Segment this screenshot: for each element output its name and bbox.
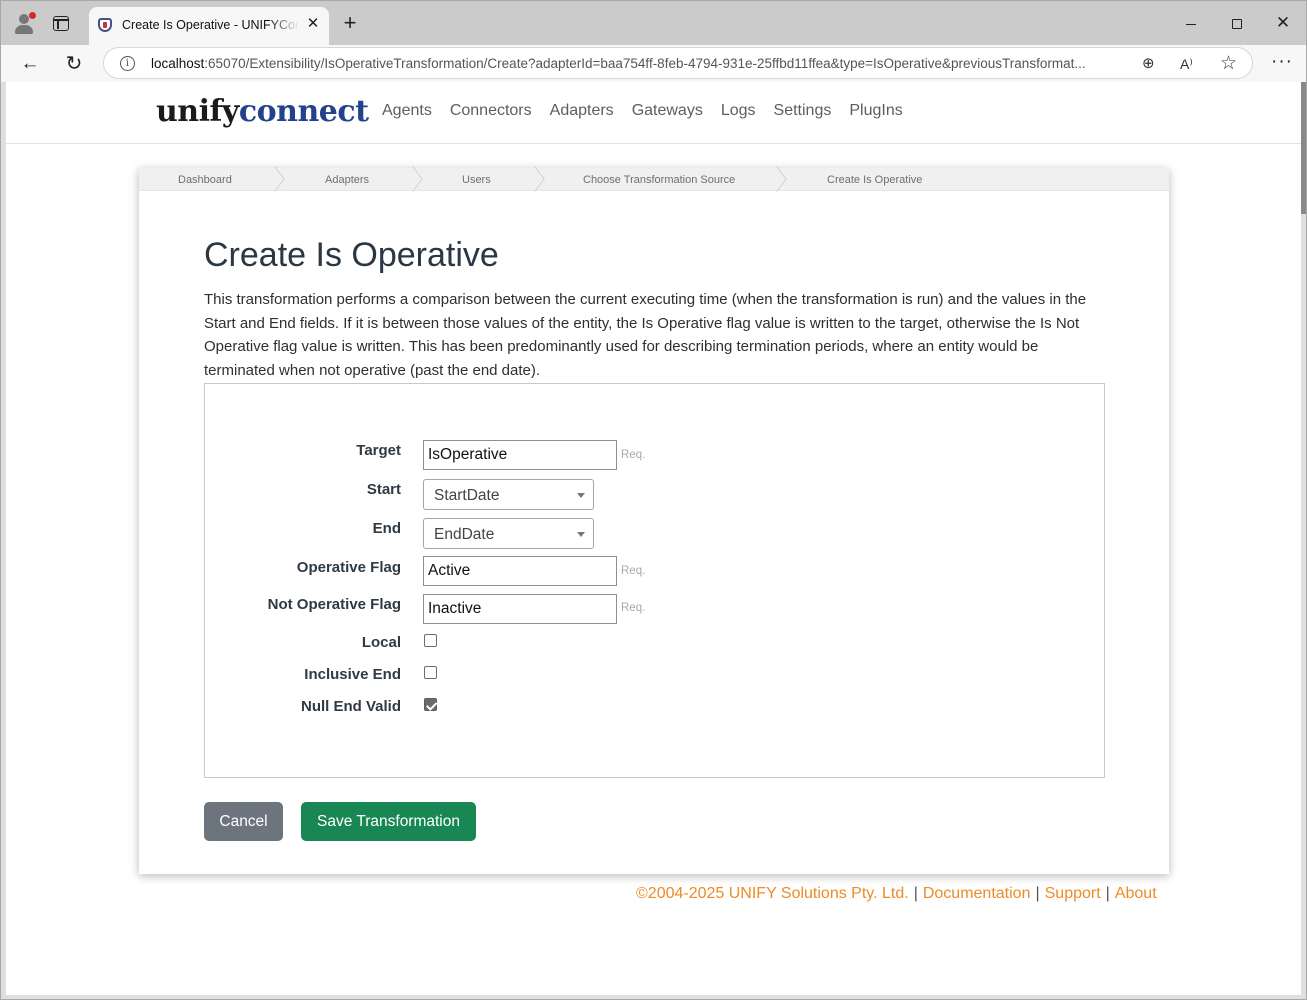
top-navigation: unifyconnect Agents Connectors Adapters … [6, 82, 1301, 144]
footer-about-link[interactable]: About [1115, 885, 1157, 902]
tab-close-icon[interactable]: ✕ [304, 15, 322, 33]
footer-support-link[interactable]: Support [1045, 885, 1101, 902]
breadcrumb: Dashboard Adapters Users Choose Transfor… [139, 168, 1169, 191]
browser-tab-active[interactable]: Create Is Operative - UNIFYConnect ✕ [89, 7, 329, 45]
footer-separator: | [1105, 885, 1110, 902]
inclusive-end-label: Inclusive End [304, 666, 401, 683]
breadcrumb-users[interactable]: Users [462, 174, 491, 186]
operative-flag-required-hint: Req. [621, 565, 646, 577]
window-close-icon[interactable]: ✕ [1260, 9, 1306, 37]
operative-flag-label: Operative Flag [296, 559, 401, 576]
nav-adapters[interactable]: Adapters [550, 102, 614, 120]
null-end-valid-checkbox[interactable] [424, 698, 437, 711]
favorite-star-icon[interactable]: ☆ [1220, 53, 1242, 75]
reload-icon[interactable]: ↻ [61, 51, 87, 77]
dropdown-caret-icon [577, 493, 585, 498]
local-label: Local [361, 634, 401, 651]
site-favicon-icon [98, 18, 112, 32]
new-tab-icon[interactable]: + [339, 12, 361, 34]
scrollbar[interactable] [1301, 82, 1306, 214]
more-menu-icon[interactable]: ··· [1269, 51, 1295, 77]
start-select[interactable]: StartDate [423, 479, 594, 510]
start-label: Start [366, 481, 401, 498]
footer-copyright[interactable]: ©2004-2025 UNIFY Solutions Pty. Ltd. [636, 885, 909, 902]
nav-agents[interactable]: Agents [382, 102, 432, 120]
tab-bar: Create Is Operative - UNIFYConnect ✕ + ✕ [1, 1, 1306, 45]
footer-separator: | [913, 885, 918, 902]
footer-separator: | [1035, 885, 1040, 902]
inclusive-end-checkbox[interactable] [424, 666, 437, 679]
operative-flag-input[interactable] [423, 556, 617, 586]
site-info-icon[interactable]: i [120, 56, 135, 71]
nav-connectors[interactable]: Connectors [450, 102, 532, 120]
breadcrumb-separator [529, 168, 543, 191]
url-text[interactable]: localhost:65070/Extensibility/IsOperativ… [151, 56, 1126, 71]
target-input[interactable] [423, 440, 617, 470]
breadcrumb-separator [771, 168, 785, 191]
nav-gateways[interactable]: Gateways [632, 102, 703, 120]
end-label: End [372, 520, 401, 537]
target-label: Target [356, 442, 401, 459]
breadcrumb-dashboard[interactable]: Dashboard [178, 174, 232, 186]
page-description: This transformation performs a compariso… [204, 291, 1087, 379]
nav-settings[interactable]: Settings [774, 102, 832, 120]
url-field[interactable]: i localhost:65070/Extensibility/IsOperat… [103, 47, 1253, 79]
footer-documentation-link[interactable]: Documentation [923, 885, 1031, 902]
zoom-icon[interactable]: ⊕ [1142, 55, 1160, 73]
page-viewport: unifyconnect Agents Connectors Adapters … [6, 82, 1301, 995]
save-transformation-button[interactable]: Save Transformation [301, 802, 476, 841]
local-checkbox[interactable] [424, 634, 437, 647]
not-operative-flag-input[interactable] [423, 594, 617, 624]
content-card: Dashboard Adapters Users Choose Transfor… [139, 168, 1169, 874]
page-title: Create Is Operative [204, 236, 499, 274]
transformation-form: Target Req. Start StartDate End EndDate … [204, 383, 1105, 778]
browser-window: Create Is Operative - UNIFYConnect ✕ + ✕… [0, 0, 1307, 1000]
read-aloud-icon[interactable]: A⁾ [1180, 55, 1202, 73]
end-select[interactable]: EndDate [423, 518, 594, 549]
breadcrumb-choose-source[interactable]: Choose Transformation Source [583, 174, 735, 186]
address-bar: ← ↻ i localhost:65070/Extensibility/IsOp… [1, 45, 1306, 82]
dropdown-caret-icon [577, 532, 585, 537]
not-operative-flag-required-hint: Req. [621, 602, 646, 614]
unify-connect-logo[interactable]: unifyconnect [156, 94, 369, 129]
back-arrow-icon[interactable]: ← [17, 51, 43, 77]
tab-actions-icon[interactable] [53, 16, 69, 31]
window-maximize-icon[interactable] [1214, 9, 1260, 37]
nav-logs[interactable]: Logs [721, 102, 756, 120]
not-operative-flag-label: Not Operative Flag [267, 596, 401, 613]
main-menu: Agents Connectors Adapters Gateways Logs… [382, 102, 921, 120]
breadcrumb-current: Create Is Operative [827, 174, 923, 186]
breadcrumb-separator [269, 168, 283, 191]
profile-icon[interactable] [13, 12, 36, 34]
page-footer: ©2004-2025 UNIFY Solutions Pty. Ltd. | Doc… [636, 885, 1157, 903]
end-select-value: EndDate [434, 526, 495, 543]
breadcrumb-separator [407, 168, 421, 191]
null-end-valid-label: Null End Valid [300, 698, 401, 715]
cancel-button[interactable]: Cancel [204, 802, 283, 841]
start-select-value: StartDate [434, 487, 500, 504]
nav-plugins[interactable]: PlugIns [849, 102, 902, 120]
target-required-hint: Req. [621, 449, 646, 461]
breadcrumb-adapters[interactable]: Adapters [325, 174, 369, 186]
window-minimize-icon[interactable] [1168, 9, 1214, 37]
